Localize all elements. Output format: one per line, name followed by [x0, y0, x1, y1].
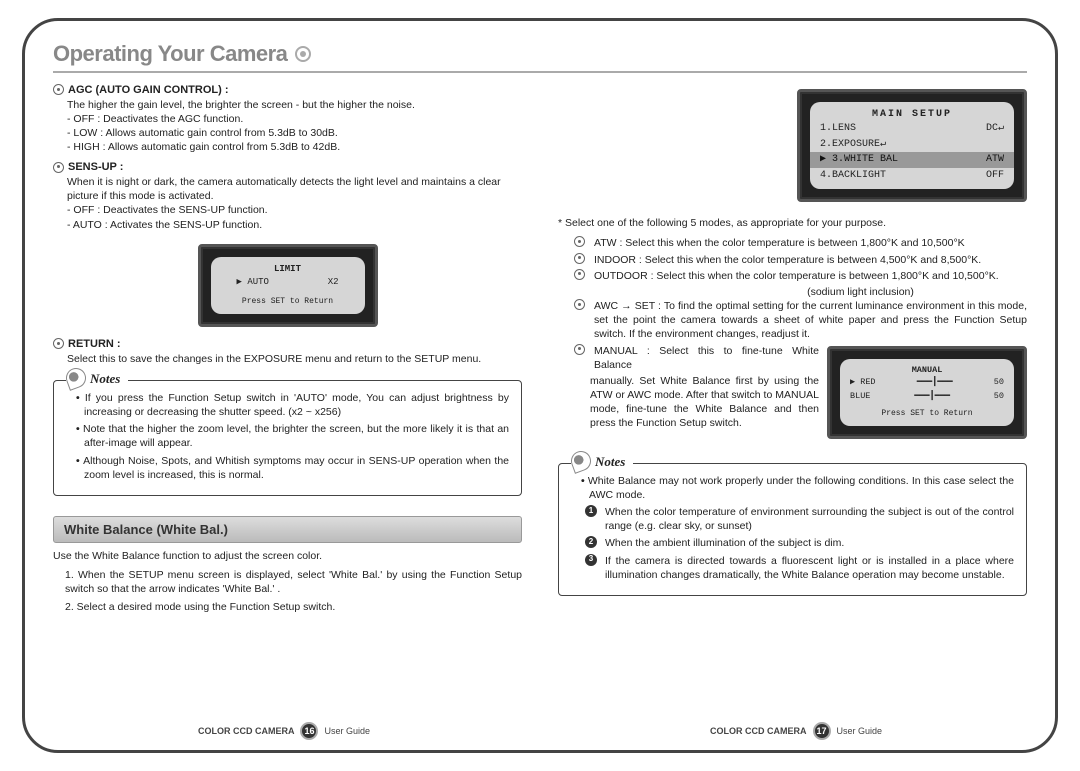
notes-label: Notes	[66, 370, 128, 388]
osd-row-lens: 1.LENSDC↵	[818, 121, 1006, 137]
bullet-icon	[53, 338, 64, 349]
agc-block: AGC (AUTO GAIN CONTROL) : The higher the…	[53, 83, 522, 155]
notes-list-right: White Balance may not work properly unde…	[571, 474, 1014, 502]
title-bullet-icon	[295, 46, 311, 62]
agc-opt-high: - HIGH : Allows automatic gain control f…	[67, 140, 522, 154]
modes-intro: * Select one of the following 5 modes, a…	[558, 216, 1027, 230]
page-number-left: 16	[300, 722, 318, 740]
notes-label: Notes	[571, 453, 633, 471]
footer-guide: User Guide	[837, 725, 883, 737]
sensup-desc: When it is night or dark, the camera aut…	[67, 175, 522, 203]
bullet-icon	[574, 236, 585, 247]
note-item: Although Noise, Spots, and Whitish sympt…	[76, 454, 509, 482]
title-row: Operating Your Camera	[53, 39, 1027, 73]
wb-intro: Use the White Balance function to adjust…	[53, 549, 522, 563]
limit-osd-title: LIMIT	[219, 263, 357, 275]
osd-row-whitebal-selected: ▶ 3.WHITE BALATW	[810, 152, 1014, 168]
left-column: AGC (AUTO GAIN CONTROL) : The higher the…	[53, 83, 528, 712]
sensup-opt-off: - OFF : Deactivates the SENS-UP function…	[67, 203, 522, 217]
agc-opt-off: - OFF : Deactivates the AGC function.	[67, 112, 522, 126]
footer-product: COLOR CCD CAMERA	[198, 725, 295, 737]
main-setup-osd: MAIN SETUP 1.LENSDC↵ 2.EXPOSURE↵ ▶ 3.WHI…	[797, 89, 1027, 203]
bullet-icon	[574, 344, 585, 355]
content-columns: AGC (AUTO GAIN CONTROL) : The higher the…	[53, 83, 1027, 712]
main-setup-title: MAIN SETUP	[818, 108, 1006, 122]
page-title: Operating Your Camera	[53, 39, 287, 69]
mode-awc-set: AWC → SET : To find the optimal setting …	[574, 299, 1027, 342]
limit-osd-inner: LIMIT ▶ AUTO X2 Press SET to Return	[211, 257, 365, 314]
number-badge-3: 3	[585, 554, 597, 566]
notes-sublist: 1When the color temperature of environme…	[571, 505, 1014, 582]
wb-step-1: 1. When the SETUP menu screen is display…	[53, 568, 522, 596]
note-item: Note that the higher the zoom level, the…	[76, 422, 509, 450]
manual-osd-footer: Press SET to Return	[848, 409, 1006, 420]
footer-product: COLOR CCD CAMERA	[710, 725, 807, 737]
main-setup-osd-inner: MAIN SETUP 1.LENSDC↵ 2.EXPOSURE↵ ▶ 3.WHI…	[810, 102, 1014, 190]
notes-list: If you press the Function Setup switch i…	[66, 391, 509, 482]
wb-modes-list: ATW : Select this when the color tempera…	[558, 236, 1027, 444]
agc-head: AGC (AUTO GAIN CONTROL) :	[53, 83, 522, 98]
mode-atw: ATW : Select this when the color tempera…	[574, 236, 1027, 250]
manual-osd-blue: BLUE━━━┃━━━50	[848, 390, 1006, 403]
sensup-opt-auto: - AUTO : Activates the SENS-UP function.	[67, 218, 522, 232]
mode-manual-head: MANUAL : Select this to fine-tune White …	[574, 344, 819, 372]
manual-osd-screen: MANUAL ▶ RED━━━┃━━━50 BLUE━━━┃━━━50 Pres…	[827, 346, 1027, 439]
manual-osd-red: ▶ RED━━━┃━━━50	[848, 376, 1006, 389]
wb-step-2: 2. Select a desired mode using the Funct…	[53, 600, 522, 614]
mode-outdoor: OUTDOOR : Select this when the color tem…	[574, 269, 1027, 283]
note-sub-1: 1When the color temperature of environme…	[581, 505, 1014, 533]
note-sub-2: 2When the ambient illumination of the su…	[581, 536, 1014, 550]
sensup-head: SENS-UP :	[53, 160, 522, 175]
bullet-icon	[53, 162, 64, 173]
page-footer: COLOR CCD CAMERA 16 User Guide COLOR CCD…	[53, 722, 1027, 740]
bullet-icon	[574, 253, 585, 264]
limit-osd-row: ▶ AUTO X2	[219, 275, 357, 289]
bullet-icon	[53, 84, 64, 95]
footer-right: COLOR CCD CAMERA 17 User Guide	[710, 722, 882, 740]
bullet-icon	[574, 299, 585, 310]
manual-osd-inner: MANUAL ▶ RED━━━┃━━━50 BLUE━━━┃━━━50 Pres…	[840, 359, 1014, 426]
mode-indoor: INDOOR : Select this when the color temp…	[574, 253, 1027, 267]
return-block: RETURN : Select this to save the changes…	[53, 337, 522, 366]
osd-row-exposure: 2.EXPOSURE↵	[818, 137, 1006, 153]
limit-osd-screen: LIMIT ▶ AUTO X2 Press SET to Return	[198, 244, 378, 327]
osd-row-backlight: 4.BACKLIGHTOFF	[818, 168, 1006, 184]
number-badge-1: 1	[585, 505, 597, 517]
return-desc: Select this to save the changes in the E…	[67, 352, 522, 366]
number-badge-2: 2	[585, 536, 597, 548]
note-sub-3: 3If the camera is directed towards a flu…	[581, 554, 1014, 582]
agc-opt-low: - LOW : Allows automatic gain control fr…	[67, 126, 522, 140]
notes-box-left: Notes If you press the Function Setup sw…	[53, 380, 522, 496]
footer-guide: User Guide	[324, 725, 370, 737]
sensup-block: SENS-UP : When it is night or dark, the …	[53, 160, 522, 232]
manual-osd-title: MANUAL	[848, 365, 1006, 376]
white-balance-section-header: White Balance (White Bal.)	[53, 516, 522, 544]
note-intro: White Balance may not work properly unde…	[581, 474, 1014, 502]
limit-osd-footer: Press SET to Return	[219, 297, 357, 308]
return-head: RETURN :	[53, 337, 522, 352]
mode-manual-wrap: MANUAL ▶ RED━━━┃━━━50 BLUE━━━┃━━━50 Pres…	[574, 344, 1027, 445]
page-number-right: 17	[813, 722, 831, 740]
footer-left: COLOR CCD CAMERA 16 User Guide	[198, 722, 370, 740]
note-item: If you press the Function Setup switch i…	[76, 391, 509, 419]
agc-desc: The higher the gain level, the brighter …	[67, 98, 522, 112]
bullet-icon	[574, 269, 585, 280]
manual-page-frame: Operating Your Camera AGC (AUTO GAIN CON…	[22, 18, 1058, 753]
outdoor-sub: (sodium light inclusion)	[574, 285, 1027, 299]
right-column: MAIN SETUP 1.LENSDC↵ 2.EXPOSURE↵ ▶ 3.WHI…	[552, 83, 1027, 712]
notes-box-right: Notes White Balance may not work properl…	[558, 463, 1027, 596]
